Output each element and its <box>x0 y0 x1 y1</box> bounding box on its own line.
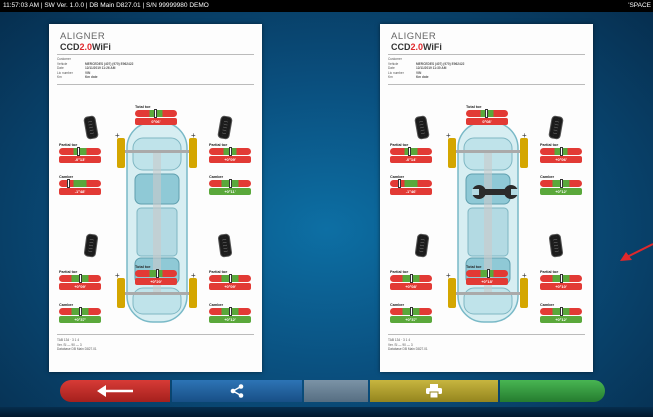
aligner-logo: ALIGNER CCD2.0WiFi <box>60 31 111 52</box>
car-top-view-illustration: + + + + <box>446 121 528 323</box>
report-header: Customer Vehicle MERCEDES (407) (970) E96… <box>57 57 187 80</box>
rear-right-partial-toe: Partial toe +0°10' <box>540 269 582 290</box>
svg-text:+: + <box>115 271 120 280</box>
front-left-partial-toe: Partial toe -0°14' <box>390 142 432 163</box>
rear-right-camber: Camber +0°12' <box>540 302 582 323</box>
report-after[interactable]: ALIGNER CCD2.0WiFi Customer Vehicle MERCE… <box>380 24 593 372</box>
next-button[interactable] <box>500 380 605 402</box>
svg-text:+: + <box>522 271 527 280</box>
front-right-partial-toe: Partial toe +0°06' <box>540 142 582 163</box>
front-left-camber: Camber -1°46' <box>390 174 432 195</box>
svg-text:+: + <box>446 271 451 280</box>
front-total-toe: Total toe 0°06' <box>135 104 177 125</box>
divider <box>388 84 585 85</box>
svg-text:+: + <box>446 131 451 140</box>
front-left-wheel-icon <box>83 115 99 140</box>
wrench-icon <box>472 185 518 199</box>
pointer-arrow-icon <box>620 243 653 261</box>
back-button[interactable] <box>60 380 170 402</box>
divider <box>57 84 254 85</box>
front-left-camber: Camber -1°48' <box>59 174 101 195</box>
rear-right-wheel-icon <box>548 233 564 258</box>
front-right-wheel-icon <box>548 115 564 140</box>
front-left-wheel-icon <box>414 115 430 140</box>
status-bar: 11:57:03 AM | SW Ver. 1.0.0 | DB Main D8… <box>0 0 653 12</box>
bottom-toolbar <box>0 372 653 417</box>
rear-left-partial-toe: Partial toe +0°09' <box>59 269 101 290</box>
rear-left-partial-toe: Partial toe +0°08' <box>390 269 432 290</box>
rear-left-wheel-icon <box>414 233 430 258</box>
report-footer: TAB 134 · 3 1 4 Ver. SI — 90 — 3 Databas… <box>388 338 428 352</box>
divider <box>57 54 254 55</box>
rear-right-camber: Camber +0°12' <box>209 302 251 323</box>
car-top-view-illustration: + + + + <box>115 121 197 323</box>
front-right-camber: Camber +0°12' <box>540 174 582 195</box>
report-before[interactable]: ALIGNER CCD2.0WiFi Customer Vehicle MERCE… <box>49 24 262 372</box>
rear-total-toe: Total toe +0°18' <box>466 264 508 285</box>
blank-button[interactable] <box>304 380 368 402</box>
header-row: Km Km date <box>57 75 98 80</box>
aligner-logo: ALIGNER CCD2.0WiFi <box>391 31 442 52</box>
header-row: Km Km date <box>388 75 429 80</box>
share-button[interactable] <box>172 380 302 402</box>
divider <box>388 334 585 335</box>
front-right-partial-toe: Partial toe +0°09' <box>209 142 251 163</box>
front-right-camber: Camber +0°11' <box>209 174 251 195</box>
rear-left-camber: Camber +0°37' <box>390 302 432 323</box>
svg-text:+: + <box>191 271 196 280</box>
divider <box>388 54 585 55</box>
arrow-left-icon <box>97 385 133 397</box>
svg-text:+: + <box>522 131 527 140</box>
share-icon <box>230 384 244 398</box>
svg-text:+: + <box>115 131 120 140</box>
printer-icon <box>426 384 442 398</box>
screen: 11:57:03 AM | SW Ver. 1.0.0 | DB Main D8… <box>0 0 653 417</box>
print-button[interactable] <box>370 380 498 402</box>
report-footer: TAB 134 · 3 1 4 Ver. SI — 90 — 3 Databas… <box>57 338 97 352</box>
front-total-toe: Total toe 0°08' <box>466 104 508 125</box>
status-bar-info: 11:57:03 AM | SW Ver. 1.0.0 | DB Main D8… <box>3 2 209 9</box>
rear-total-toe: Total toe +0°20' <box>135 264 177 285</box>
front-left-partial-toe: Partial toe -0°13' <box>59 142 101 163</box>
front-right-wheel-icon <box>217 115 233 140</box>
rear-left-wheel-icon <box>83 233 99 258</box>
rear-right-partial-toe: Partial toe +0°09' <box>209 269 251 290</box>
rear-right-wheel-icon <box>217 233 233 258</box>
rear-left-camber: Camber +0°37' <box>59 302 101 323</box>
svg-text:+: + <box>191 131 196 140</box>
report-header: Customer Vehicle MERCEDES (407) (970) E96… <box>388 57 518 80</box>
bottom-edge <box>0 407 653 417</box>
status-bar-right: 'SPACE <box>628 2 651 9</box>
divider <box>57 334 254 335</box>
